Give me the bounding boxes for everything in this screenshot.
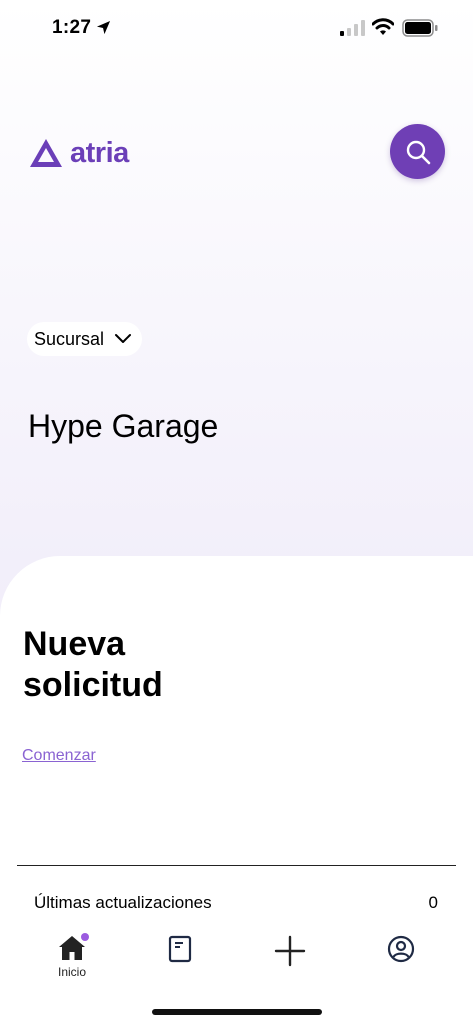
document-icon <box>168 935 192 963</box>
new-request-title-line2: solicitud <box>23 666 163 704</box>
wifi-icon <box>372 18 394 35</box>
tab-bar: Inicio <box>0 928 473 992</box>
divider <box>17 865 456 866</box>
branch-name: Hype Garage <box>28 408 219 444</box>
tab-home-label: Inicio <box>57 965 86 979</box>
tab-profile[interactable] <box>366 928 436 988</box>
plus-icon <box>274 935 306 967</box>
new-request-title: Nueva solicitud <box>23 624 163 706</box>
search-icon <box>406 140 430 164</box>
branch-selector-label: Sucursal <box>34 328 105 349</box>
new-request-title-line1: Nueva <box>23 625 126 663</box>
tab-add[interactable] <box>255 928 325 988</box>
latest-updates-row[interactable]: Últimas actualizaciones 0 <box>34 893 438 913</box>
atria-logo: atria <box>28 136 129 170</box>
logo-text: atria <box>70 136 129 169</box>
notification-badge <box>81 933 89 941</box>
battery-icon <box>402 19 438 37</box>
home-indicator <box>152 1009 322 1015</box>
chevron-down-icon <box>115 334 132 343</box>
cellular-signal-icon <box>340 20 365 36</box>
latest-updates-label: Últimas actualizaciones <box>34 893 212 912</box>
latest-updates-count: 0 <box>428 893 438 912</box>
user-icon <box>387 935 415 963</box>
location-arrow-icon <box>96 20 111 35</box>
start-link[interactable]: Comenzar <box>22 747 96 765</box>
atria-logo-icon <box>30 139 62 167</box>
tab-home[interactable]: Inicio <box>37 928 107 988</box>
status-bar: 1:27 <box>0 0 473 56</box>
status-time: 1:27 <box>52 17 92 38</box>
search-button[interactable] <box>390 124 445 179</box>
tab-documents[interactable] <box>145 928 215 988</box>
branch-selector[interactable]: Sucursal <box>27 322 143 356</box>
